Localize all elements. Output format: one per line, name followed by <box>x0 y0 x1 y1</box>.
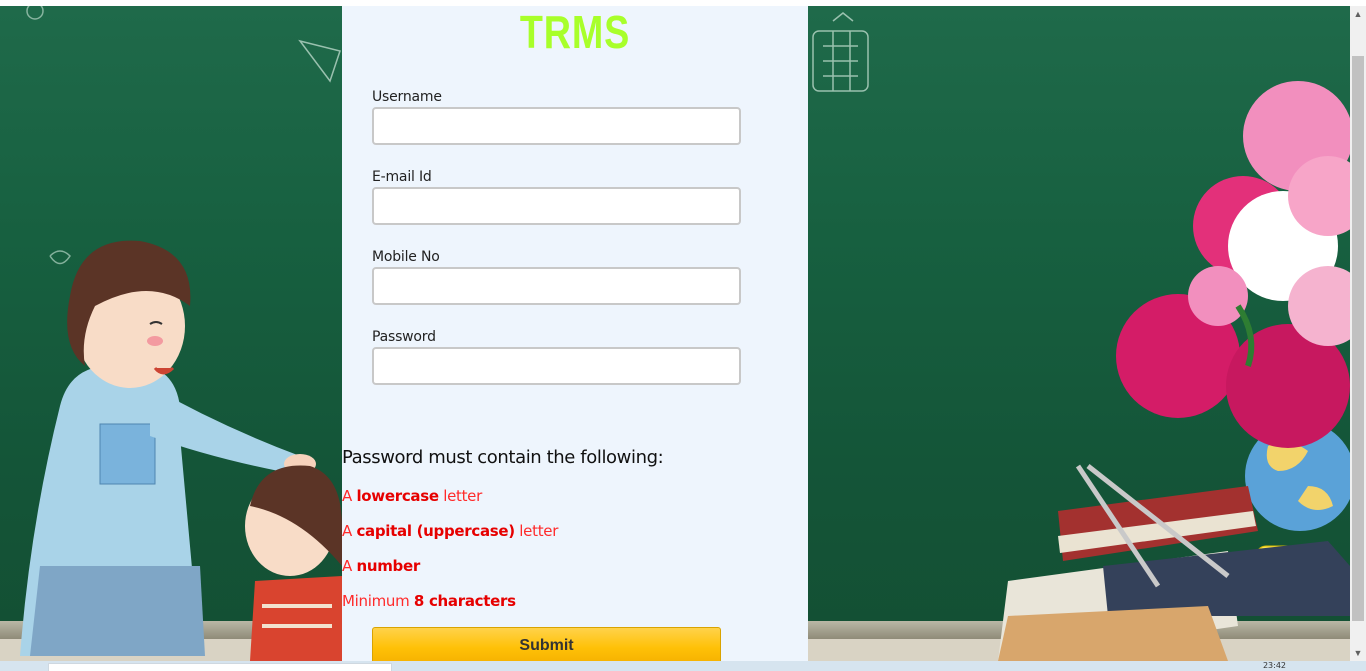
rule-uppercase: A capital (uppercase) letter <box>342 522 558 540</box>
password-input[interactable] <box>372 347 741 385</box>
password-label: Password <box>372 329 436 345</box>
taskbar-item[interactable] <box>48 663 392 671</box>
password-rules-title: Password must contain the following: <box>342 447 664 468</box>
rule-prefix: A <box>342 557 357 575</box>
taskbar-clock: 23:42 <box>1262 661 1286 670</box>
rule-prefix: A <box>342 487 357 505</box>
taskbar: 23:42 <box>0 661 1366 671</box>
brand-title: TRMS <box>519 6 631 58</box>
username-input[interactable] <box>372 107 741 145</box>
scroll-thumb[interactable] <box>1352 56 1364 621</box>
scroll-down-arrow-icon[interactable]: ▼ <box>1350 645 1366 661</box>
registration-panel: TRMS Username E-mail Id Mobile No Passwo… <box>342 6 808 661</box>
rule-prefix: A <box>342 522 357 540</box>
rule-lowercase: A lowercase letter <box>342 487 482 505</box>
username-label: Username <box>372 89 442 105</box>
email-input[interactable] <box>372 187 741 225</box>
rule-prefix: Minimum <box>342 592 414 610</box>
rule-suffix: letter <box>514 522 559 540</box>
rule-suffix: letter <box>438 487 482 505</box>
email-label: E-mail Id <box>372 169 432 185</box>
rule-emphasis: lowercase <box>356 487 439 505</box>
mobile-input[interactable] <box>372 267 741 305</box>
rule-emphasis: 8 characters <box>413 592 516 610</box>
mobile-label: Mobile No <box>372 249 440 265</box>
submit-button[interactable]: Submit <box>372 627 721 661</box>
vertical-scrollbar[interactable]: ▲ ▼ <box>1350 6 1366 661</box>
rule-emphasis: capital (uppercase) <box>356 522 515 540</box>
rule-emphasis: number <box>356 557 420 575</box>
flowers-books-illustration <box>812 12 1350 661</box>
teacher-illustration <box>20 6 342 661</box>
scroll-up-arrow-icon[interactable]: ▲ <box>1350 6 1366 22</box>
rule-length: Minimum 8 characters <box>342 592 516 610</box>
rule-number: A number <box>342 557 420 575</box>
